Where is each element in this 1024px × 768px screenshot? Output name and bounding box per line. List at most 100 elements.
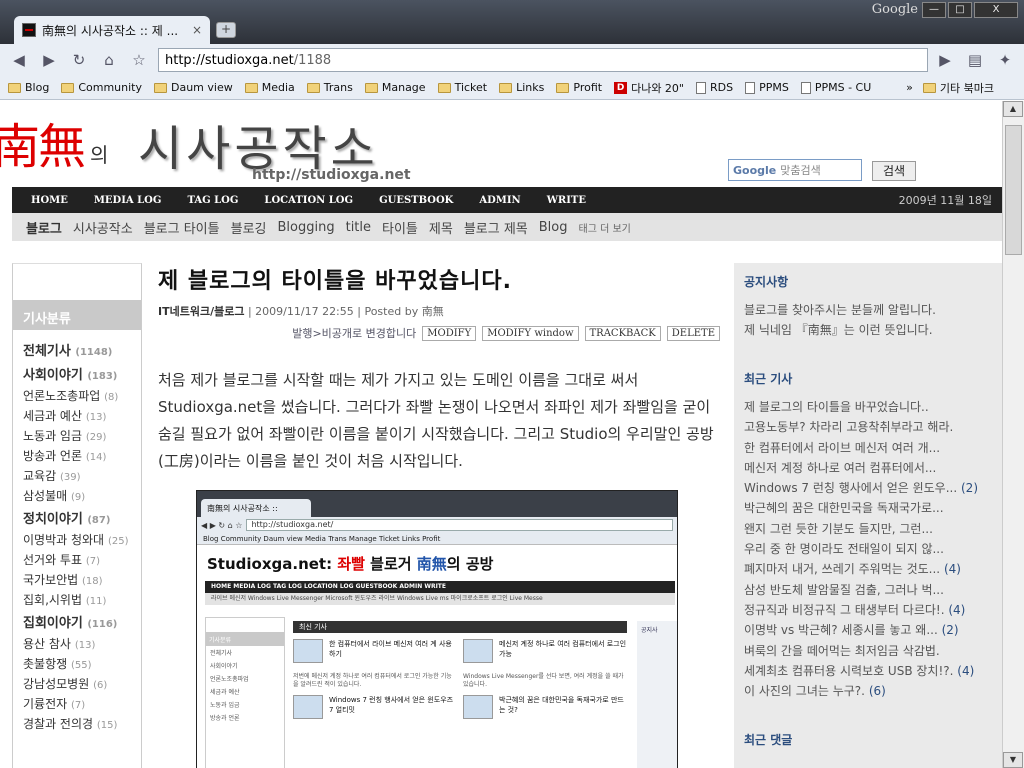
other-bookmarks[interactable]: 기타 북마크 (922, 80, 994, 96)
nav-home[interactable]: HOME (18, 195, 81, 206)
recent-article-link[interactable]: 우리 중 한 명이라도 전태일이 되지 않... (744, 539, 992, 559)
tag-more-link[interactable]: 태그 더 보기 (579, 220, 631, 235)
recent-article-link[interactable]: 세계최초 컴퓨터용 시력보호 USB 장치!?. (4) (744, 661, 992, 681)
reload-icon[interactable]: ↻ (66, 48, 92, 72)
recent-article-link[interactable]: 한 컴퓨터에서 라이브 메신저 여러 개... (744, 438, 992, 458)
browser-tab[interactable]: 南無의 시사공작소 :: 제 ... × (14, 16, 210, 44)
bookmark-folder[interactable]: Links (499, 81, 544, 94)
bookmark-page[interactable]: RDS (696, 81, 733, 94)
bookmark-folder[interactable]: Trans (306, 81, 353, 94)
nav-admin[interactable]: ADMIN (466, 195, 533, 206)
tag-link[interactable]: 타이틀 (382, 218, 418, 237)
recent-article-link[interactable]: 박근혜의 꿈은 대한민국을 독재국가로... (744, 498, 992, 518)
star-icon[interactable]: ☆ (126, 48, 152, 72)
tag-link[interactable]: 블로그 (26, 218, 62, 237)
go-icon[interactable]: ▶ (932, 48, 958, 72)
bookmark-page[interactable]: PPMS - CU (800, 81, 871, 94)
recent-article-link[interactable]: 이명박 vs 박근혜? 세종시를 놓고 왜... (2) (744, 620, 992, 640)
recent-article-link[interactable]: 이 사진의 그녀는 누구?. (6) (744, 681, 992, 701)
category-item[interactable]: 사회이야기 (183) (23, 366, 131, 386)
category-item[interactable]: 집회,시위법 (11) (23, 590, 131, 610)
page-menu-icon[interactable]: ▤ (962, 48, 988, 72)
nav-tag-log[interactable]: TAG LOG (174, 195, 251, 206)
bookmark-folder[interactable]: Ticket (437, 81, 487, 94)
tag-link[interactable]: Blog (539, 220, 568, 235)
logo-nam[interactable]: 南無 (0, 107, 86, 177)
category-item[interactable]: 강남성모병원 (6) (23, 674, 131, 694)
delete-button[interactable]: DELETE (666, 325, 720, 341)
category-item[interactable]: 용산 참사 (13) (23, 634, 131, 654)
nav-guestbook[interactable]: GUESTBOOK (366, 195, 466, 206)
tag-link[interactable]: 블로그 타이틀 (144, 218, 220, 237)
recent-article-link[interactable]: 폐지마저 내거, 쓰레기 주워먹는 것도... (4) (744, 559, 992, 579)
nav-media-log[interactable]: MEDIA LOG (81, 195, 175, 206)
search-button[interactable]: 검색 (872, 161, 916, 181)
category-count: (25) (107, 536, 129, 547)
home-icon[interactable]: ⌂ (96, 48, 122, 72)
bookmark-folder[interactable]: Blog (8, 81, 49, 94)
bookmark-folder[interactable]: Media (244, 81, 295, 94)
wrench-icon[interactable]: ✦ (992, 48, 1018, 72)
nav-location-log[interactable]: LOCATION LOG (251, 195, 366, 206)
category-item[interactable]: 선거와 투표 (7) (23, 550, 131, 570)
back-icon[interactable]: ◀ (6, 48, 32, 72)
recent-article-link[interactable]: 정규직과 비정규직 그 태생부터 다르다!. (4) (744, 600, 992, 620)
category-item[interactable]: 삼성불매 (9) (23, 486, 131, 506)
category-item[interactable]: 언론노조총파업 (8) (23, 386, 131, 406)
tag-link[interactable]: 블로깅 (231, 218, 267, 237)
tag-link[interactable]: 시사공작소 (73, 218, 133, 237)
recent-article-link[interactable]: 고용노동부? 차라리 고용착취부라고 해라. (744, 417, 992, 437)
recent-article-link[interactable]: 제 블로그의 타이틀을 바꾸었습니다.. (744, 397, 992, 417)
vertical-scrollbar[interactable]: ▲ ▼ (1002, 101, 1024, 768)
category-item[interactable]: 촛불항쟁 (55) (23, 654, 131, 674)
category-item[interactable]: 방송과 언론 (14) (23, 446, 131, 466)
tag-link[interactable]: title (346, 220, 371, 235)
maximize-button[interactable]: □ (948, 2, 972, 18)
bookmark-folder[interactable]: Daum view (154, 81, 233, 94)
category-item[interactable]: 노동과 임금 (29) (23, 426, 131, 446)
category-item[interactable]: 집회이야기 (116) (23, 614, 131, 634)
category-item[interactable]: 이명박과 청와대 (25) (23, 530, 131, 550)
notice-item[interactable]: 블로그를 찾아주시는 분들께 알립니다. (744, 300, 992, 320)
recent-article-link[interactable]: Windows 7 런칭 행사에서 얻은 윈도우... (2) (744, 478, 992, 498)
modify-window-button[interactable]: MODIFY window (482, 325, 579, 341)
bookmark-danawa[interactable]: D 다나와 20" (614, 80, 684, 96)
notice-item[interactable]: 제 닉네임 『南無』는 이런 뜻입니다. (744, 320, 992, 340)
category-item[interactable]: 세금과 예산 (13) (23, 406, 131, 426)
category-item[interactable]: 정치이야기 (87) (23, 510, 131, 530)
recent-article-link[interactable]: 메신저 계정 하나로 여러 컴퓨터에서... (744, 458, 992, 478)
category-item[interactable]: 경찰과 전의경 (15) (23, 714, 131, 734)
search-input[interactable]: Google 맞춤검색 (728, 159, 862, 181)
recent-article-title: 이명박 vs 박근혜? 세종시를 놓고 왜... (744, 623, 938, 638)
bookmark-folder[interactable]: Profit (556, 81, 602, 94)
modify-button[interactable]: MODIFY (422, 325, 477, 341)
close-window-button[interactable]: X (974, 2, 1018, 18)
publish-status-link[interactable]: 발행>비공개로 변경합니다 (292, 325, 416, 341)
tag-link[interactable]: Blogging (278, 220, 335, 235)
scroll-thumb[interactable] (1005, 125, 1022, 255)
address-bar[interactable]: http://studioxga.net/1188 (158, 48, 928, 72)
forward-icon[interactable]: ▶ (36, 48, 62, 72)
nav-write[interactable]: WRITE (534, 195, 599, 206)
tab-close-icon[interactable]: × (192, 23, 202, 37)
category-item[interactable]: 전체기사 (1148) (23, 342, 131, 362)
new-tab-button[interactable]: + (216, 22, 236, 38)
bookmark-folder[interactable]: Manage (364, 81, 426, 94)
scroll-down-icon[interactable]: ▼ (1003, 752, 1023, 768)
category-item[interactable]: 국가보안법 (18) (23, 570, 131, 590)
article-category[interactable]: IT네트워크/블로그 (158, 305, 244, 318)
category-item[interactable]: 교육감 (39) (23, 466, 131, 486)
bookmark-more-button[interactable]: » (906, 81, 913, 94)
tag-link[interactable]: 제목 (429, 218, 453, 237)
category-item[interactable]: 기륭전자 (7) (23, 694, 131, 714)
tag-link[interactable]: 블로그 제목 (464, 218, 528, 237)
trackback-button[interactable]: TRACKBACK (584, 325, 661, 341)
bookmark-page[interactable]: PPMS (745, 81, 789, 94)
recent-article-link[interactable]: 삼성 반도체 발암물질 검출, 그러나 벅... (744, 580, 992, 600)
recent-article-link[interactable]: 왠지 그런 듯한 기분도 들지만, 그런... (744, 519, 992, 539)
minimize-button[interactable]: — (922, 2, 946, 18)
scroll-up-icon[interactable]: ▲ (1003, 101, 1023, 117)
bookmark-folder[interactable]: Community (61, 81, 142, 94)
article-title[interactable]: 제 블로그의 타이틀을 바꾸었습니다. (158, 263, 720, 295)
recent-article-link[interactable]: 벼룩의 간을 떼어먹는 최저임금 삭감법. (744, 641, 992, 661)
